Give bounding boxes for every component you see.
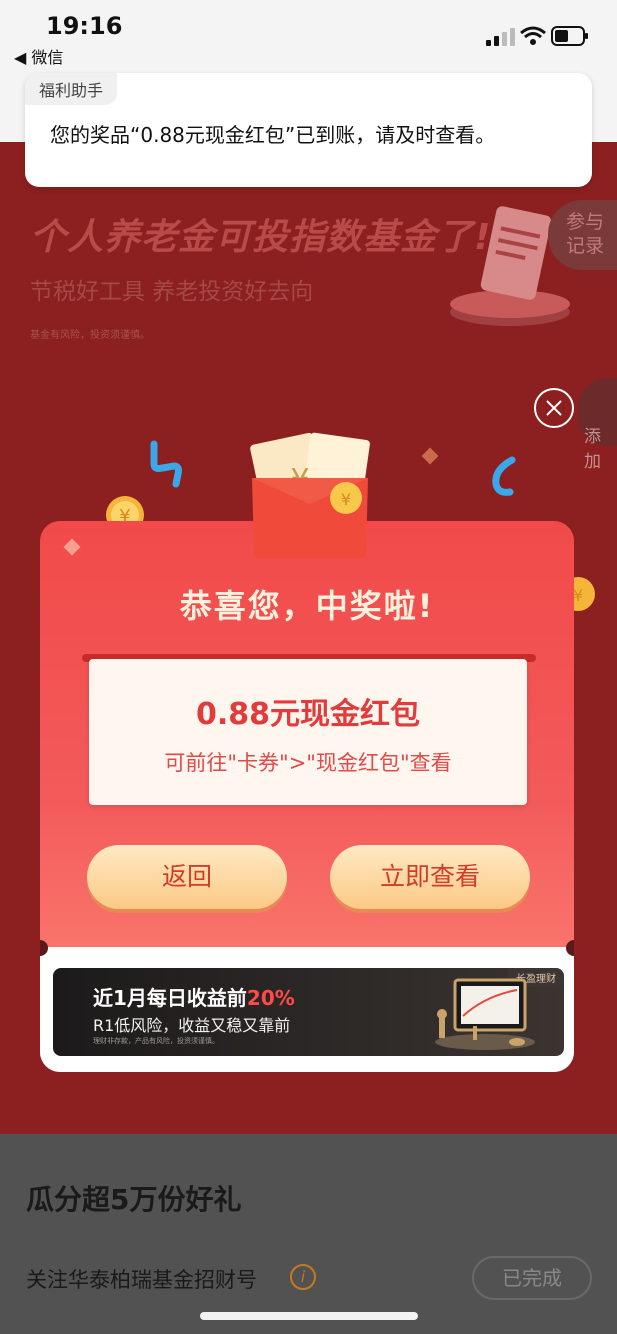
chart-board-illustration bbox=[435, 978, 535, 1050]
ad-subline: R1低风险，收益又稳又靠前 bbox=[93, 1016, 291, 1035]
svg-text:¥: ¥ bbox=[341, 490, 351, 509]
diamond-confetti-icon bbox=[421, 447, 439, 465]
wifi-icon bbox=[520, 26, 546, 45]
back-button[interactable]: 返回 bbox=[87, 845, 287, 909]
wealth-product-ad[interactable]: 近1月每日收益前20% R1低风险，收益又稳又靠前 理财非存款，产品有风险，投资… bbox=[53, 968, 564, 1056]
notification-source: 福利助手 bbox=[25, 73, 118, 105]
view-now-button[interactable]: 立即查看 bbox=[330, 845, 530, 909]
ribbon-icon bbox=[150, 440, 182, 488]
ribbon-icon bbox=[492, 456, 516, 496]
ad-headline: 近1月每日收益前20% bbox=[93, 982, 295, 1011]
status-time: 19:16 bbox=[46, 12, 123, 40]
ad-disclaimer: 理财非存款，产品有风险，投资须谨慎。 bbox=[93, 1037, 219, 1045]
prize-hint: 可前往"卡券">"现金红包"查看 bbox=[164, 751, 452, 775]
prize-card: 0.88元现金红包 可前往"卡券">"现金红包"查看 bbox=[89, 659, 527, 805]
notification-banner[interactable]: 福利助手 您的奖品“0.88元现金红包”已到账，请及时查看。 bbox=[25, 73, 592, 187]
modal-title: 恭喜您，中奖啦! bbox=[179, 587, 435, 625]
diamond-confetti-icon bbox=[63, 538, 81, 556]
ad-headline-prefix: 近1月每日收益前 bbox=[93, 986, 247, 1010]
close-icon[interactable] bbox=[534, 388, 574, 428]
prize-name: 0.88元现金红包 bbox=[195, 697, 421, 732]
cellular-signal-icon bbox=[486, 28, 515, 46]
home-indicator bbox=[200, 1312, 418, 1320]
notification-message: 您的奖品“0.88元现金红包”已到账，请及时查看。 bbox=[50, 123, 496, 147]
prize-modal: 恭喜您，中奖啦! 0.88元现金红包 可前往"卡券">"现金红包"查看 返回 立… bbox=[40, 521, 574, 1072]
back-to-wechat-link[interactable]: ◀ 微信 bbox=[14, 44, 63, 68]
battery-icon bbox=[551, 26, 588, 46]
ad-headline-highlight: 20% bbox=[246, 986, 295, 1010]
red-envelope-icon: ¥ ¥ bbox=[250, 432, 370, 558]
svg-text:¥: ¥ bbox=[573, 586, 583, 605]
